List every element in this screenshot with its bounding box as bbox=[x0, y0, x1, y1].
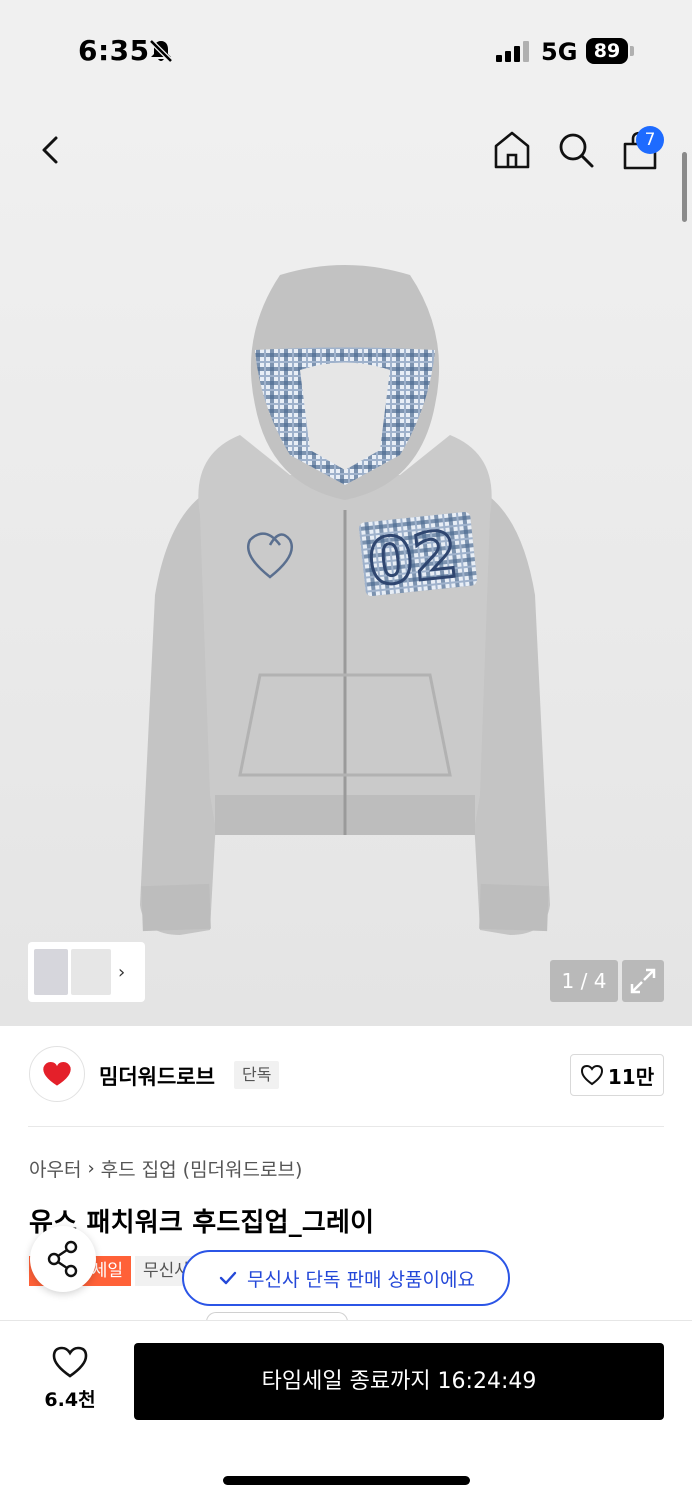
thumbnail-image[interactable] bbox=[71, 949, 111, 995]
bottom-bar: 6.4천 타임세일 종료까지 16:24:49 bbox=[0, 1320, 692, 1500]
brand-logo-heart-icon[interactable] bbox=[29, 1046, 85, 1102]
share-button[interactable] bbox=[30, 1226, 96, 1292]
breadcrumb: 아우터 › 후드 집업 (밈더워드로브) bbox=[29, 1155, 302, 1182]
battery-tip bbox=[630, 46, 634, 56]
expand-icon[interactable] bbox=[622, 960, 664, 1002]
breadcrumb-subcategory[interactable]: 후드 집업 (밈더워드로브) bbox=[101, 1155, 303, 1182]
patch-text: 02 bbox=[365, 518, 461, 601]
image-pager: 1 / 4 bbox=[550, 960, 618, 1002]
status-bar: 6:35 5G 89 bbox=[0, 0, 692, 100]
wishlist-button[interactable]: 6.4천 bbox=[34, 1345, 106, 1412]
brand-like-count: 11만 bbox=[607, 1064, 655, 1089]
thumbnail-strip[interactable]: › bbox=[28, 942, 145, 1002]
share-icon bbox=[47, 1240, 78, 1278]
thumbnail-image[interactable] bbox=[34, 949, 68, 995]
battery-icon: 89 bbox=[586, 38, 628, 64]
product-image[interactable]: 02 bbox=[130, 255, 560, 965]
chevron-right-icon[interactable]: › bbox=[118, 962, 125, 983]
signal-icon bbox=[496, 40, 529, 62]
exclusive-toast: 무신사 단독 판매 상품이에요 bbox=[182, 1250, 510, 1306]
check-icon bbox=[219, 1271, 237, 1285]
heart-icon bbox=[580, 1064, 603, 1086]
chevron-right-icon: › bbox=[87, 1158, 95, 1179]
brand-row[interactable]: 밈더워드로브 단독 11만 bbox=[0, 1026, 692, 1126]
cart-count-badge: 7 bbox=[636, 126, 664, 154]
home-indicator[interactable] bbox=[223, 1476, 470, 1485]
scrollbar[interactable] bbox=[682, 152, 687, 222]
brand-like-button[interactable]: 11만 bbox=[570, 1054, 664, 1096]
toast-text: 무신사 단독 판매 상품이에요 bbox=[247, 1268, 475, 1291]
buy-button[interactable]: 타임세일 종료까지 16:24:49 bbox=[134, 1343, 664, 1420]
bell-muted-icon bbox=[149, 39, 173, 63]
search-icon[interactable] bbox=[556, 130, 596, 170]
breadcrumb-category[interactable]: 아우터 bbox=[29, 1155, 81, 1182]
wishlist-count: 6.4천 bbox=[44, 1389, 96, 1411]
heart-icon bbox=[52, 1346, 88, 1378]
divider bbox=[28, 1126, 664, 1127]
back-icon[interactable] bbox=[34, 130, 70, 170]
brand-name[interactable]: 밈더워드로브 bbox=[99, 1061, 215, 1091]
network-label: 5G bbox=[541, 38, 578, 66]
clock: 6:35 bbox=[78, 34, 150, 67]
home-icon[interactable] bbox=[492, 128, 532, 172]
exclusive-badge: 단독 bbox=[234, 1061, 280, 1089]
